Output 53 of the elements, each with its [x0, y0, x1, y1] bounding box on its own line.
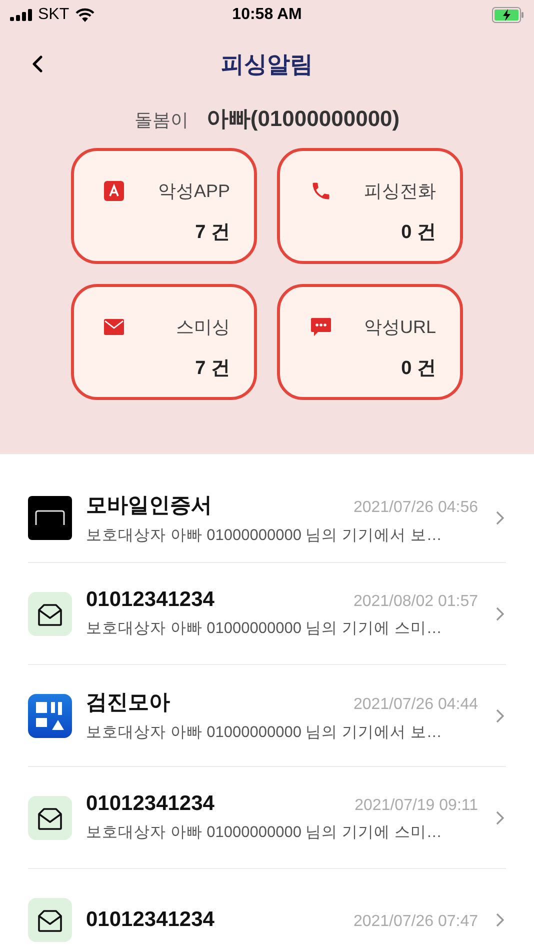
app-icon: [28, 496, 72, 540]
envelope-icon: [28, 796, 72, 840]
signal-icon: [10, 9, 32, 21]
guardian-label: 돌봄이: [134, 109, 188, 132]
battery-icon: [492, 7, 524, 23]
category-label: 악성URL: [364, 316, 436, 339]
alert-date: 2021/08/02 01:57: [353, 593, 478, 611]
chevron-icon: [494, 510, 506, 526]
alert-preview: 보호대상자 아빠 01000000000 님의 기기에서 보…: [86, 526, 443, 546]
alert-date: 2021/07/26 04:44: [353, 696, 478, 714]
alert-preview: 보호대상자 아빠 01000000000 님의 기기에 스미…: [86, 619, 443, 639]
phone-icon: [310, 180, 332, 202]
alert-title: 01012341234: [86, 588, 214, 612]
envelope-icon: [104, 319, 124, 335]
guardian-value: 아빠(01000000000): [206, 105, 400, 133]
category-count: 0 건: [401, 357, 436, 381]
envelope-icon: [28, 898, 72, 942]
alert-item[interactable]: 01012341234 2021/08/02 01:57 보호대상자 아빠 01000000000 님의 기기에 스미…: [28, 563, 506, 665]
alert-item[interactable]: 01012341234 2021/07/26 07:47: [28, 869, 506, 950]
wifi-icon: [75, 8, 96, 22]
alert-date: 2021/07/19 09:11: [354, 797, 478, 815]
category-card[interactable]: 악성URL 0 건: [277, 284, 463, 400]
alert-item[interactable]: 01012341234 2021/07/19 09:11 보호대상자 아빠 01000000000 님의 기기에 스미…: [28, 767, 506, 869]
app-icon: [104, 181, 124, 201]
alert-date: 2021/07/26 04:56: [353, 498, 478, 516]
alert-date: 2021/07/26 07:47: [353, 912, 478, 930]
category-label: 스미싱: [176, 316, 230, 339]
carrier-name: SKT: [38, 6, 70, 24]
category-label: 피싱전화: [364, 180, 436, 203]
category-count: 7 건: [195, 357, 230, 381]
chevron-icon: [494, 606, 506, 622]
category-card[interactable]: 악성APP 7 건: [71, 148, 257, 264]
category-count: 7 건: [195, 221, 230, 245]
chat-icon: [310, 316, 332, 338]
chevron-icon: [494, 708, 506, 724]
category-count: 0 건: [401, 221, 436, 245]
alert-title: 01012341234: [86, 792, 214, 816]
alert-item[interactable]: 모바일인증서 2021/07/26 04:56 보호대상자 아빠 01000000000 님의 기기에서 보…: [28, 474, 506, 563]
chevron-icon: [494, 912, 506, 928]
category-card[interactable]: 피싱전화 0 건: [277, 148, 463, 264]
category-label: 악성APP: [158, 180, 230, 203]
alert-item[interactable]: 검진모아 2021/07/26 04:44 보호대상자 아빠 01000000000 님의 기기에서 보…: [28, 665, 506, 767]
app-logo-icon: [28, 694, 72, 738]
alert-preview: 보호대상자 아빠 01000000000 님의 기기에서 보…: [86, 723, 443, 743]
alert-title: 01012341234: [86, 908, 214, 932]
alert-preview: 보호대상자 아빠 01000000000 님의 기기에 스미…: [86, 823, 443, 843]
status-time: 10:58 AM: [232, 6, 302, 24]
alert-title: 모바일인증서: [86, 492, 212, 518]
envelope-icon: [28, 592, 72, 636]
alert-title: 검진모아: [86, 690, 170, 716]
chevron-icon: [494, 810, 506, 826]
page-title: 피싱알림: [221, 50, 313, 78]
category-card[interactable]: 스미싱 7 건: [71, 284, 257, 400]
